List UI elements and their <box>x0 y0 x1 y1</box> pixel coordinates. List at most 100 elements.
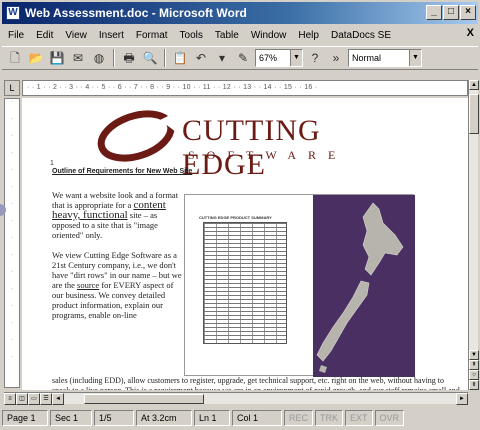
scroll-right-icon[interactable]: ► <box>456 393 468 405</box>
status-position: At 3.2cm <box>136 410 192 426</box>
open-folder-icon[interactable]: 📂 <box>27 49 45 67</box>
zoom-combo[interactable]: 67% ▼ <box>255 49 303 67</box>
scroll-up-icon[interactable]: ▲ <box>469 80 479 90</box>
close-document-button[interactable]: X <box>467 27 474 39</box>
close-button[interactable]: × <box>460 5 476 20</box>
toolbar-separator <box>113 49 115 67</box>
menu-insert[interactable]: Insert <box>99 30 124 41</box>
horizontal-scroll-thumb[interactable] <box>84 394 204 404</box>
maximize-button[interactable]: □ <box>443 5 459 20</box>
word-window: W Web Assessment.doc - Microsoft Word _ … <box>0 0 480 430</box>
new-zealand-map <box>313 195 415 377</box>
web-layout-view-icon[interactable]: ◫ <box>16 393 28 405</box>
print-icon[interactable]: 🖶 <box>120 49 138 67</box>
document-heading: Outline of Requirements for New Web Site <box>52 168 193 175</box>
browse-buttons: ▼ ⇞ ○ ⇟ <box>469 350 479 390</box>
help-icon[interactable]: ? <box>306 49 324 67</box>
status-line: Ln 1 <box>194 410 230 426</box>
minimize-button[interactable]: _ <box>426 5 442 20</box>
horizontal-scrollbar[interactable]: ≡ ◫ ▭ ☰ ◄ ► <box>4 392 468 405</box>
vruler-tick: · <box>11 133 13 139</box>
select-browse-object-icon[interactable]: ○ <box>469 370 479 380</box>
paragraph-2: We view Cutting Edge Software as a 21st … <box>52 250 184 320</box>
menu-view[interactable]: View <box>65 30 87 41</box>
scroll-left-icon[interactable]: ◄ <box>52 393 64 405</box>
embedded-image[interactable]: CUTTING EDGE PRODUCT SUMMARY <box>184 194 415 377</box>
body-text-column: We want a website look and a format that… <box>52 190 184 330</box>
status-trk[interactable]: TRK <box>315 410 344 426</box>
vertical-scrollbar[interactable]: ▲ ▼ ⇞ ○ ⇟ <box>468 80 479 390</box>
dropdown-arrow-icon[interactable]: ▾ <box>213 49 231 67</box>
save-icon[interactable]: 💾 <box>48 49 66 67</box>
toolbar-options-icon[interactable]: » <box>327 49 345 67</box>
toolbar-separator <box>164 49 166 67</box>
paste-icon[interactable]: 📋 <box>171 49 189 67</box>
vruler-tick: · <box>11 269 13 275</box>
vruler-tick: · <box>11 303 13 309</box>
drawing-icon[interactable]: ✎ <box>234 49 252 67</box>
vruler-tick: · <box>11 235 13 241</box>
vruler-tick: · <box>11 354 13 360</box>
cutting-edge-logo: CUTTING EDGE SOFTWARE <box>90 108 390 181</box>
menu-format[interactable]: Format <box>136 30 168 41</box>
vruler-tick: · <box>11 218 13 224</box>
vruler-tick: · <box>11 167 13 173</box>
previous-page-icon[interactable]: ⇞ <box>469 360 479 370</box>
para2-emphasis: source <box>77 280 100 290</box>
window-title: Web Assessment.doc - Microsoft Word <box>25 6 247 20</box>
menu-datadocs[interactable]: DataDocs SE <box>331 30 391 41</box>
vertical-ruler[interactable]: · · · · · · · · · · · · · · · · <box>4 98 20 388</box>
menu-bar: File Edit View Insert Format Tools Table… <box>2 26 478 44</box>
undo-icon[interactable]: ↶ <box>192 49 210 67</box>
menu-table[interactable]: Table <box>215 30 239 41</box>
email-icon[interactable]: ✉ <box>69 49 87 67</box>
normal-view-icon[interactable]: ≡ <box>4 393 16 405</box>
status-ext[interactable]: EXT <box>345 410 373 426</box>
status-pages: 1/5 <box>94 410 134 426</box>
web-icon[interactable]: ◍ <box>90 49 108 67</box>
new-document-icon[interactable]: 🗋 <box>6 49 24 67</box>
body-text-bottom: sales (including EDD), allow customers t… <box>52 376 460 390</box>
style-combo[interactable]: Normal ▼ <box>348 49 422 67</box>
chevron-down-icon[interactable]: ▼ <box>409 50 421 66</box>
menu-window[interactable]: Window <box>251 30 287 41</box>
print-preview-icon[interactable]: 🔍 <box>141 49 159 67</box>
swoosh-c-logo-icon <box>97 110 176 162</box>
standard-toolbar: 🗋 📂 💾 ✉ ◍ 🖶 🔍 📋 ↶ ▾ ✎ 67% ▼ ? » Normal ▼ <box>2 46 478 70</box>
horizontal-ruler[interactable]: · · 1 · · 2 · · 3 · · 4 · · 5 · · 6 · · … <box>22 80 468 96</box>
vertical-scroll-thumb[interactable] <box>469 94 479 134</box>
style-value: Normal <box>352 53 382 63</box>
product-table-thumbnail: CUTTING EDGE PRODUCT SUMMARY <box>199 215 291 355</box>
print-layout-view-icon[interactable]: ▭ <box>28 393 40 405</box>
menu-edit[interactable]: Edit <box>36 30 53 41</box>
vruler-tick: · <box>11 150 13 156</box>
vruler-tick: · <box>11 337 13 343</box>
tab-selector[interactable]: L <box>4 80 20 96</box>
vruler-tick: · <box>11 252 13 258</box>
menu-help[interactable]: Help <box>298 30 319 41</box>
vruler-tick: · <box>11 320 13 326</box>
menu-file[interactable]: File <box>8 30 24 41</box>
new-zealand-map-icon <box>316 202 404 373</box>
menu-tools[interactable]: Tools <box>180 30 203 41</box>
status-column: Col 1 <box>232 410 282 426</box>
status-page: Page 1 <box>2 410 48 426</box>
next-page-icon[interactable]: ⇟ <box>469 380 479 390</box>
status-rec[interactable]: REC <box>284 410 314 426</box>
vruler-tick: · <box>11 116 13 122</box>
vruler-tick: · <box>11 201 13 207</box>
word-app-icon[interactable]: W <box>6 6 20 20</box>
status-bar: Page 1 Sec 1 1/5 At 3.2cm Ln 1 Col 1 REC… <box>2 408 478 428</box>
vruler-tick: · <box>11 99 13 105</box>
chevron-down-icon[interactable]: ▼ <box>290 50 302 66</box>
table-thumbnail-title: CUTTING EDGE PRODUCT SUMMARY <box>199 215 272 220</box>
document-page[interactable]: CUTTING EDGE SOFTWARE 1 Outline of Requi… <box>22 98 468 390</box>
title-bar[interactable]: W Web Assessment.doc - Microsoft Word _ … <box>2 2 478 24</box>
status-section: Sec 1 <box>50 410 92 426</box>
window-controls: _ □ × <box>426 5 476 20</box>
zoom-value: 67% <box>259 53 278 63</box>
status-ovr[interactable]: OVR <box>374 410 405 426</box>
vruler-tick: · <box>11 286 13 292</box>
outline-view-icon[interactable]: ☰ <box>40 393 52 405</box>
scroll-down-icon[interactable]: ▼ <box>469 350 479 360</box>
